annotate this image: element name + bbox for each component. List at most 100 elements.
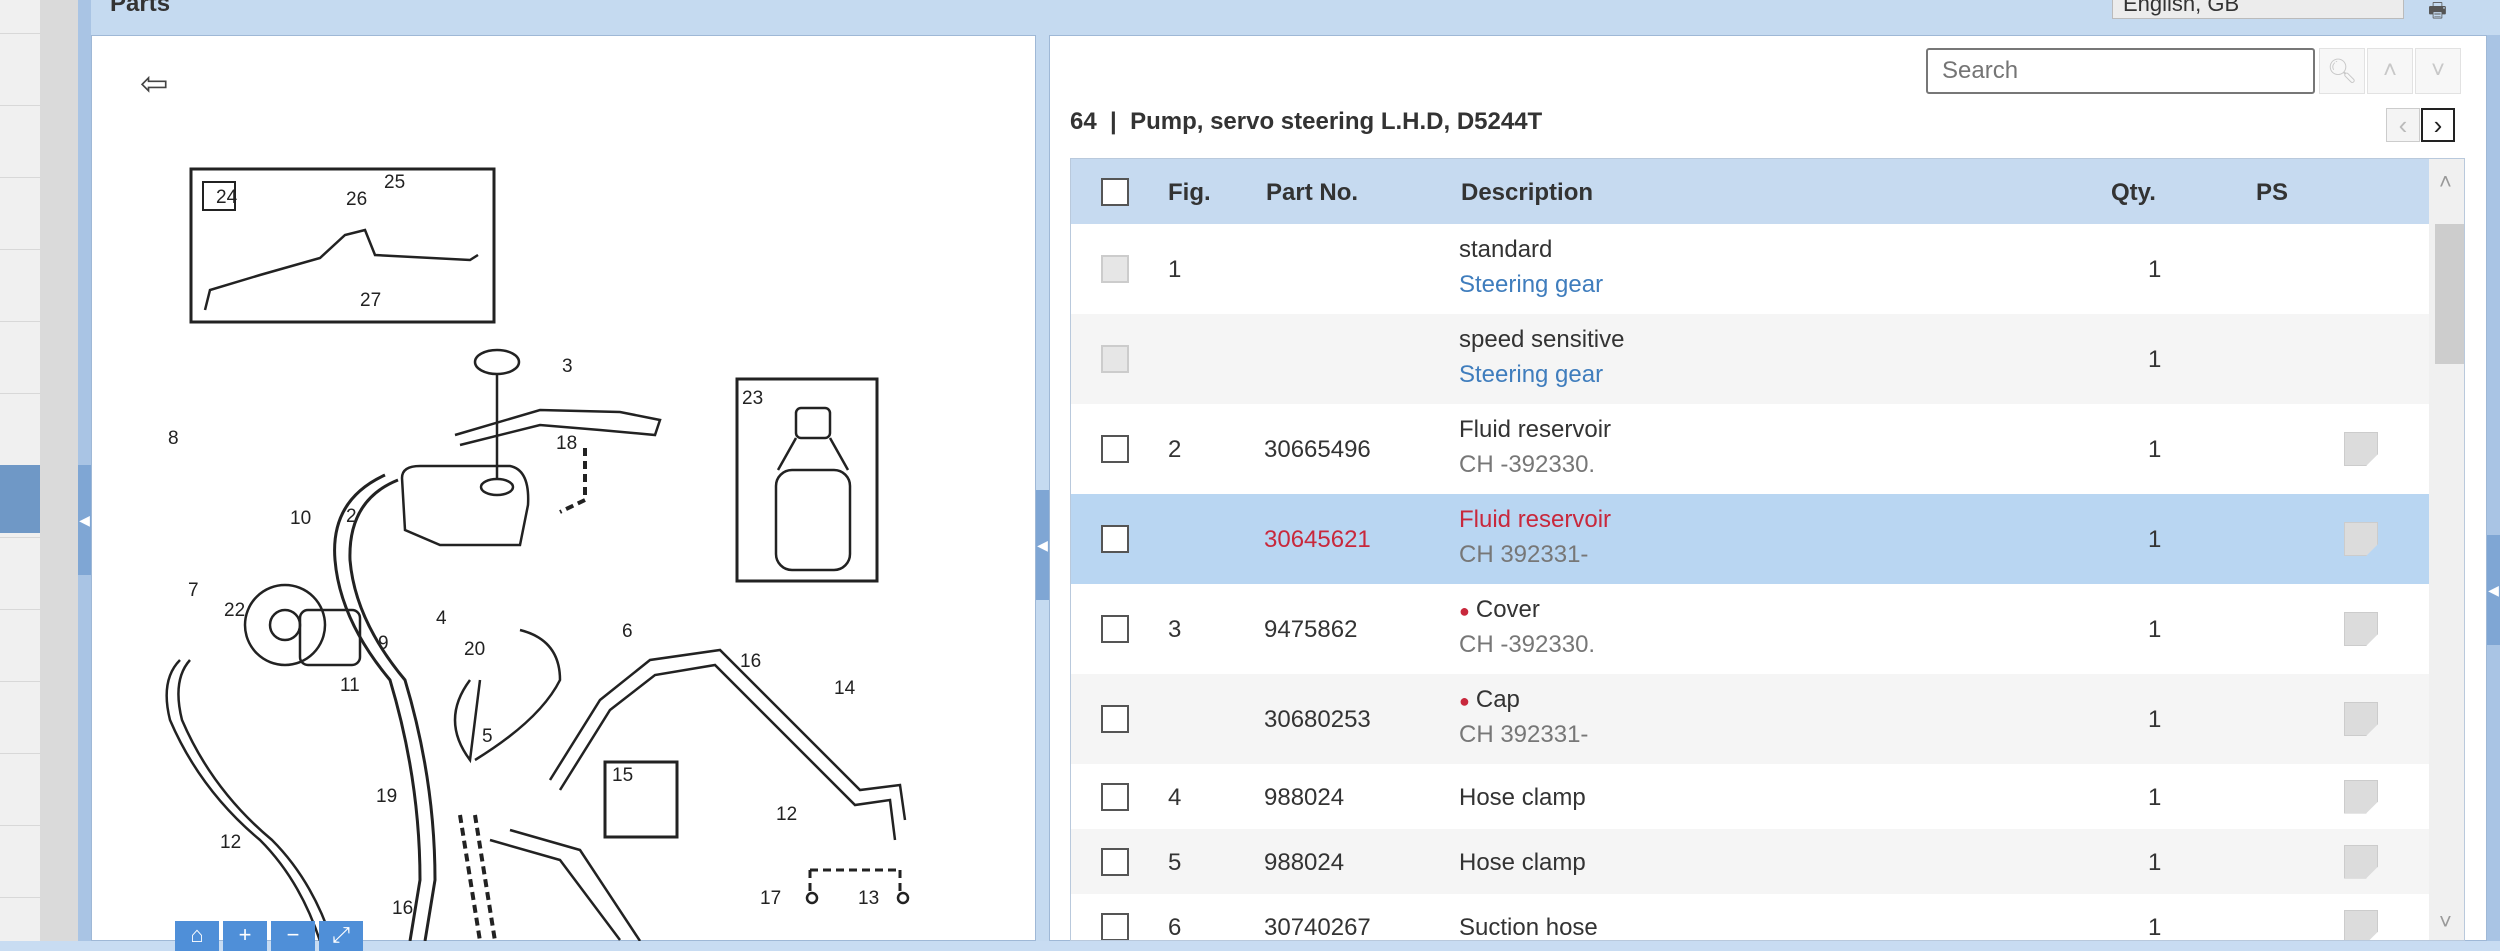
row-checkbox[interactable] (1101, 525, 1129, 553)
table-row[interactable]: 4 988024 Hose clamp 1 (1071, 764, 2429, 829)
callout-label[interactable]: 18 (556, 433, 577, 454)
note-icon[interactable] (2344, 844, 2378, 879)
language-select[interactable]: English, GB (2112, 0, 2404, 19)
callout-label[interactable]: 20 (464, 639, 485, 660)
printer-icon[interactable]: 🖶 (2428, 0, 2454, 22)
row-fig: 4 (1168, 783, 1182, 811)
note-icon[interactable] (2344, 612, 2378, 646)
table-row[interactable]: 5 988024 Hose clamp 1 (1071, 829, 2429, 894)
parts-diagram[interactable]: 242526273238 1810 2722 469 20161411515191212… (0, 0, 1036, 941)
right-collapse-bar[interactable]: ◀ (2487, 35, 2500, 941)
row-part-no[interactable]: 30680253 (1264, 706, 1371, 734)
select-all-checkbox[interactable] (1101, 178, 1129, 206)
row-description[interactable]: standard (1459, 236, 1552, 264)
row-subtext[interactable]: Steering gear (1459, 271, 1603, 299)
fit-icon[interactable]: ⤢ (319, 921, 363, 951)
callout-label[interactable]: 13 (858, 888, 879, 909)
scroll-up-icon[interactable]: ˄ (2439, 169, 2452, 195)
row-description[interactable]: Suction hose (1459, 914, 1598, 941)
callout-label[interactable]: 7 (188, 580, 199, 601)
zoom-out-icon[interactable]: − (271, 921, 315, 951)
row-checkbox[interactable] (1101, 255, 1129, 283)
header-description[interactable]: Description (1461, 179, 1593, 207)
search-prev-button[interactable]: ˄ (2367, 48, 2413, 94)
panel-splitter[interactable]: ◀ (1036, 35, 1049, 941)
header-fig[interactable]: Fig. (1168, 179, 1211, 207)
header-part-no[interactable]: Part No. (1266, 179, 1358, 207)
row-description[interactable]: Hose clamp (1459, 784, 1586, 812)
note-icon[interactable] (2344, 779, 2378, 814)
row-part-no[interactable]: 30665496 (1264, 436, 1371, 464)
scroll-down-icon[interactable]: ˅ (2439, 909, 2452, 935)
row-checkbox[interactable] (1101, 705, 1129, 733)
note-icon[interactable] (2344, 432, 2378, 466)
row-description[interactable]: speed sensitive (1459, 326, 1624, 354)
row-checkbox[interactable] (1101, 435, 1129, 463)
row-checkbox[interactable] (1101, 345, 1129, 373)
table-row[interactable]: 30645621 Fluid reservoir CH 392331- 1 (1071, 494, 2429, 584)
table-row[interactable]: 6 30740267 Suction hose 1 (1071, 894, 2429, 941)
row-description[interactable]: ● Cover (1459, 596, 1540, 624)
table-row[interactable]: speed sensitive Steering gear 1 (1071, 314, 2429, 404)
row-checkbox[interactable] (1101, 782, 1129, 811)
row-part-no[interactable]: 988024 (1264, 784, 1344, 812)
back-arrow-icon[interactable]: ⇦ (140, 64, 169, 104)
search-input[interactable] (1926, 48, 2315, 94)
previous-page-button[interactable]: ‹ (2386, 108, 2420, 142)
row-checkbox[interactable] (1101, 615, 1129, 643)
callout-label[interactable]: 5 (482, 726, 493, 747)
next-page-button[interactable]: › (2421, 108, 2455, 142)
search-next-button[interactable]: ˅ (2415, 48, 2461, 94)
callout-label[interactable]: 8 (168, 428, 179, 449)
row-description[interactable]: ● Cap (1459, 686, 1520, 714)
table-row[interactable]: 30680253 ● Cap CH 392331- 1 (1071, 674, 2429, 764)
callout-label[interactable]: 14 (834, 678, 856, 699)
row-part-no[interactable]: 9475862 (1264, 616, 1357, 644)
callout-label[interactable]: 11 (340, 675, 360, 696)
search-icon[interactable]: 🔍︎ (2319, 48, 2365, 94)
table-row[interactable]: 2 30665496 Fluid reservoir CH -392330. 1 (1071, 404, 2429, 494)
callout-label[interactable]: 22 (224, 600, 245, 621)
callout-label[interactable]: 24 (216, 187, 238, 208)
callout-label[interactable]: 25 (384, 172, 405, 193)
row-checkbox[interactable] (1101, 847, 1129, 876)
callout-label[interactable]: 15 (612, 765, 633, 786)
row-part-no[interactable]: 30740267 (1264, 914, 1371, 941)
callout-label[interactable]: 23 (742, 388, 763, 409)
table-scrollbar[interactable]: ˄ ˅ (2429, 159, 2464, 940)
scrollbar-thumb[interactable] (2435, 224, 2464, 364)
callout-label[interactable]: 16 (740, 651, 761, 672)
collapse-right-icon[interactable]: ◀ (2487, 535, 2500, 645)
header-qty[interactable]: Qty. (2111, 179, 2156, 207)
row-description[interactable]: Fluid reservoir (1459, 506, 1611, 534)
collapse-icon[interactable]: ◀ (1036, 490, 1049, 600)
header-ps[interactable]: PS (2256, 179, 2288, 207)
home-icon[interactable]: ⌂ (175, 921, 219, 951)
row-part-no[interactable]: 30645621 (1264, 526, 1371, 554)
callout-label[interactable]: 3 (562, 356, 573, 377)
note-icon[interactable] (2344, 522, 2378, 556)
callout-label[interactable]: 26 (346, 189, 367, 210)
zoom-in-icon[interactable]: + (223, 921, 267, 951)
callout-label[interactable]: 4 (436, 608, 447, 629)
callout-label[interactable]: 6 (622, 621, 633, 642)
table-row[interactable]: 1 standard Steering gear 1 (1071, 224, 2429, 314)
callout-label[interactable]: 16 (392, 898, 413, 919)
callout-label[interactable]: 27 (360, 290, 381, 311)
callout-label[interactable]: 2 (346, 506, 357, 527)
note-icon[interactable] (2344, 702, 2378, 736)
row-description[interactable]: Fluid reservoir (1459, 416, 1611, 444)
row-part-no[interactable]: 988024 (1264, 849, 1344, 877)
callout-label[interactable]: 10 (290, 508, 311, 529)
callout-label[interactable]: 9 (378, 633, 389, 654)
callout-label[interactable]: 12 (776, 804, 797, 825)
callout-label[interactable]: 17 (760, 888, 781, 909)
callout-label[interactable]: 12 (220, 832, 241, 853)
row-checkbox[interactable] (1101, 912, 1129, 940)
table-row[interactable]: 3 9475862 ● Cover CH -392330. 1 (1071, 584, 2429, 674)
description-text: Fluid reservoir (1459, 416, 1612, 443)
row-subtext[interactable]: Steering gear (1459, 361, 1603, 389)
row-description[interactable]: Hose clamp (1459, 849, 1586, 877)
callout-label[interactable]: 19 (376, 786, 397, 807)
note-icon[interactable] (2344, 909, 2378, 940)
